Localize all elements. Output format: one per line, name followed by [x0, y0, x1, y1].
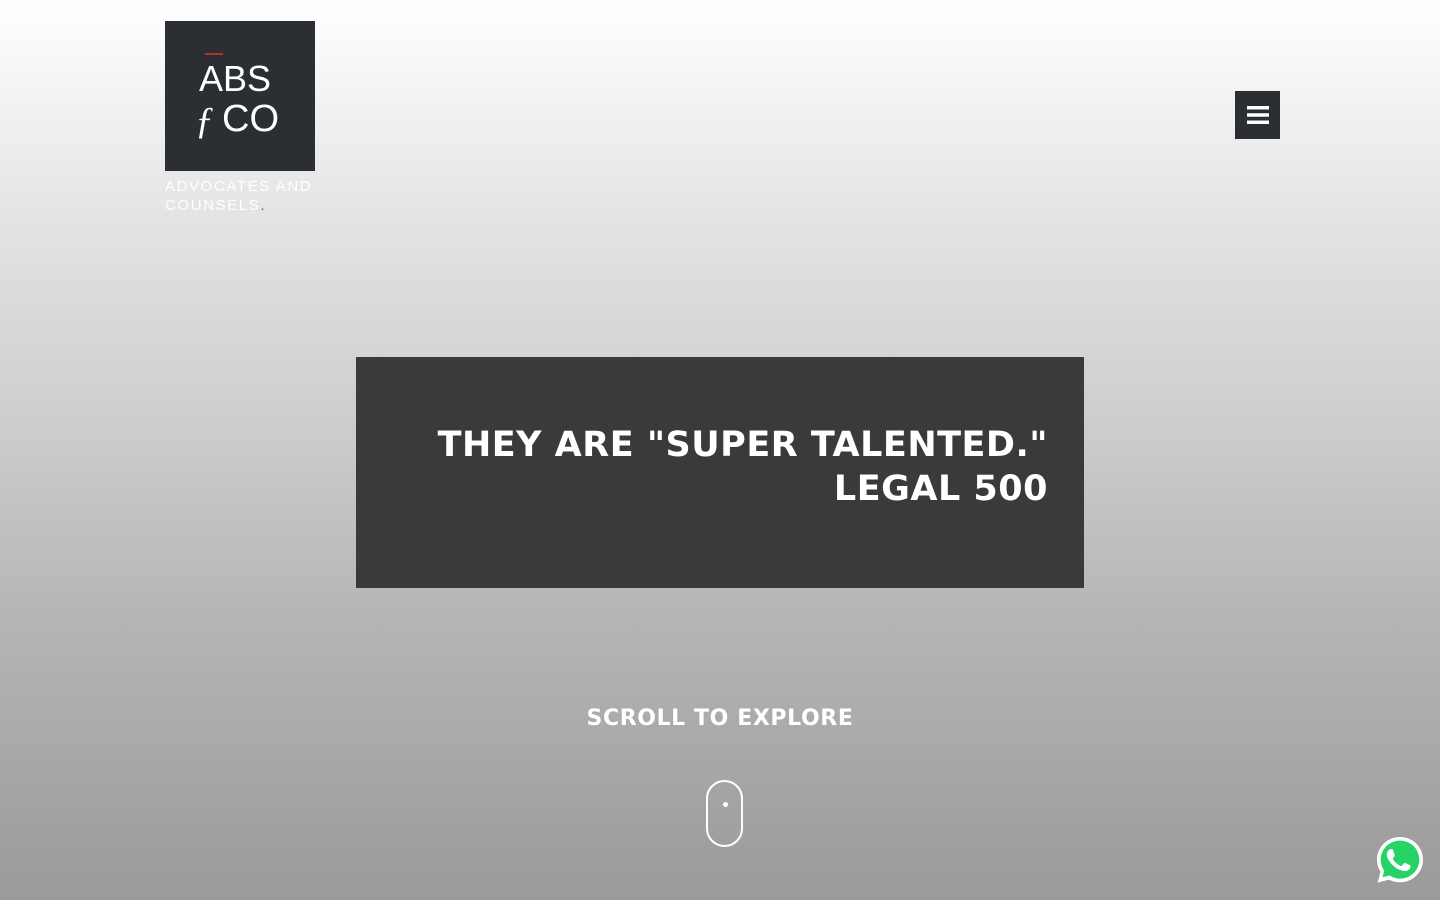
tagline-line-1: ADVOCATES AND	[165, 178, 313, 195]
scroll-label: SCROLL TO EXPLORE	[586, 706, 854, 731]
whatsapp-button[interactable]	[1374, 834, 1426, 886]
whatsapp-icon	[1377, 837, 1423, 883]
quote-line-1: THEY ARE "SUPER TALENTED."	[437, 425, 1048, 465]
tagline-line-2: COUNSELS.	[165, 196, 320, 215]
logo-link[interactable]: ABS ƒ CO ADVOCATES AND COUNSELS.	[165, 21, 320, 215]
quote-banner: THEY ARE "SUPER TALENTED." LEGAL 500	[356, 357, 1084, 588]
mouse-wheel-dot	[723, 802, 728, 807]
logo-text-co: CO	[222, 98, 279, 140]
logo-ampersand-glyph: ƒ	[195, 100, 214, 142]
quote-source: LEGAL 500	[833, 469, 1048, 509]
logo-text-abs: ABS	[199, 58, 271, 99]
tagline-dot: .	[260, 197, 267, 214]
menu-button[interactable]	[1235, 91, 1280, 139]
tagline-text: COUNSELS	[165, 197, 261, 214]
quote-text: THEY ARE "SUPER TALENTED." LEGAL 500	[438, 423, 1048, 511]
logo-mark: ABS ƒ CO	[195, 53, 279, 142]
logo: ABS ƒ CO	[165, 21, 315, 171]
logo-tagline: ADVOCATES AND COUNSELS.	[165, 177, 320, 215]
mouse-scroll-icon[interactable]	[706, 780, 743, 847]
hamburger-icon	[1246, 106, 1269, 124]
